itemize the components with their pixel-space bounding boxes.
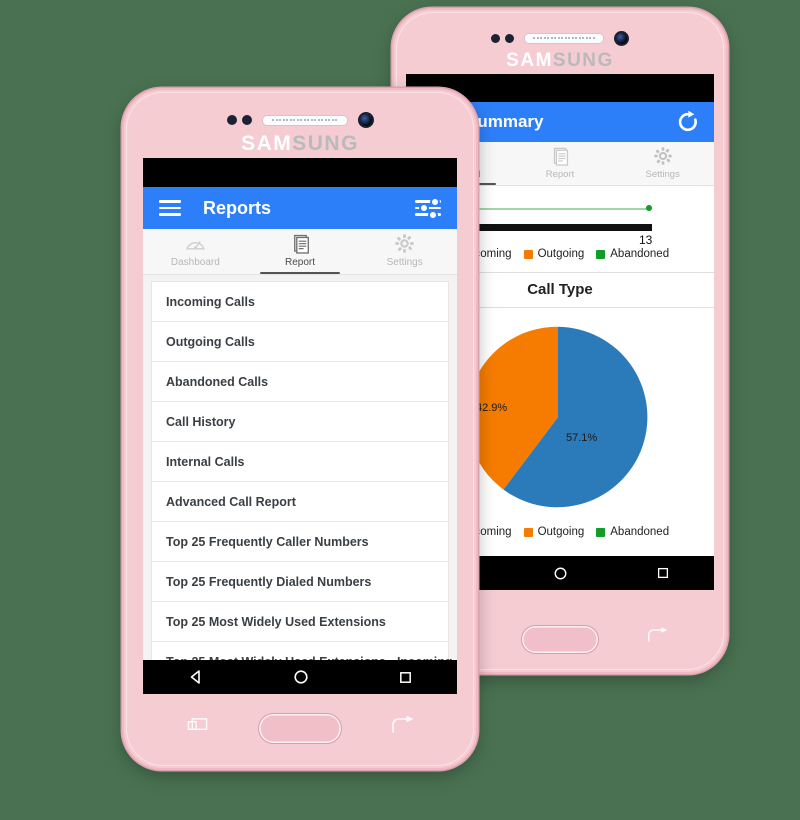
home-circle-icon[interactable]: [293, 669, 309, 685]
recents-square-icon[interactable]: [398, 670, 413, 685]
light-sensor-icon: [505, 33, 514, 43]
pie-label-incoming: 57.1%: [566, 432, 598, 444]
list-item[interactable]: Top 25 Frequently Caller Numbers: [152, 522, 448, 562]
tab-label-settings: Settings: [645, 169, 680, 180]
tab-bar-front: Dashboard Report Settings: [143, 229, 457, 275]
recents-key-icon[interactable]: [186, 716, 210, 740]
legend-swatch-outgoing: [523, 249, 533, 259]
legend-item-abandoned: Abandoned: [596, 526, 669, 538]
hamburger-menu-icon[interactable]: [159, 200, 181, 216]
tab-label-report: Report: [545, 169, 575, 180]
phone-top-hardware-front: [124, 112, 476, 128]
list-item[interactable]: Abandoned Calls: [152, 362, 448, 402]
screen-front: Reports Dashboard Report Settings Incomi…: [143, 158, 457, 694]
tab-report[interactable]: Report: [509, 142, 612, 185]
report-list: Incoming Calls Outgoing Calls Abandoned …: [143, 275, 457, 660]
pie-label-outgoing: 42.9%: [476, 402, 508, 414]
legend-item-abandoned: Abandoned: [596, 248, 669, 260]
report-document-icon: [289, 232, 312, 255]
light-sensor-icon: [241, 115, 252, 125]
recents-square-icon[interactable]: [656, 566, 670, 580]
tune-filter-icon[interactable]: [415, 196, 441, 220]
front-camera-icon: [357, 112, 374, 128]
brand-text-sung: SUNG: [292, 132, 359, 155]
samsung-phone-front: SAMSUNG Reports Dashboard Report Setting…: [122, 88, 478, 770]
tab-label-dashboard: Dashboard: [170, 257, 220, 268]
legend-label-abandoned: Abandoned: [610, 248, 670, 260]
tab-settings[interactable]: Settings: [611, 142, 714, 185]
earpiece-speaker: [261, 114, 348, 126]
settings-gear-icon: [393, 232, 416, 255]
list-item[interactable]: Advanced Call Report: [152, 482, 448, 522]
legend-swatch-abandoned: [596, 527, 606, 537]
list-item[interactable]: Top 25 Most Widely Used Extensions: [152, 602, 448, 642]
phone-body-front: SAMSUNG Reports Dashboard Report Setting…: [122, 88, 478, 770]
tune-row-2: [415, 203, 441, 213]
earpiece-speaker: [524, 32, 604, 44]
legend-item-outgoing: Outgoing: [523, 526, 585, 538]
list-item[interactable]: Top 25 Frequently Dialed Numbers: [152, 562, 448, 602]
proximity-sensor-icon: [226, 115, 237, 125]
dashboard-gauge-icon: [184, 232, 207, 255]
legend-item-outgoing: Outgoing: [523, 248, 585, 260]
list-item-label: Internal Calls: [166, 454, 245, 469]
bar-abandoned-endpoint: [646, 205, 652, 211]
pie-chart-svg: [466, 326, 648, 508]
app-bar-title-reports: Reports: [203, 197, 272, 218]
list-item-label: Outgoing Calls: [166, 334, 255, 349]
list-item-label: Top 25 Frequently Caller Numbers: [166, 534, 369, 549]
legend-label-outgoing: Outgoing: [537, 248, 585, 260]
brand-text-sam: SAM: [506, 50, 553, 71]
legend-swatch-abandoned: [596, 249, 606, 259]
proximity-sensor-icon: [491, 33, 500, 43]
brand-text-sung: SUNG: [552, 50, 614, 71]
samsung-logo-back: SAMSUNG: [394, 50, 726, 72]
front-camera-icon: [614, 30, 629, 46]
list-item[interactable]: Internal Calls: [152, 442, 448, 482]
list-item[interactable]: Top 25 Most Widely Used Extensions - Inc…: [152, 642, 453, 661]
list-item-label: Call History: [166, 414, 236, 429]
phone-top-hardware-back: [394, 30, 726, 46]
list-item-label: Abandoned Calls: [166, 374, 269, 389]
list-item-label: Top 25 Most Widely Used Extensions: [166, 614, 386, 629]
list-item-label: Advanced Call Report: [166, 494, 296, 509]
tune-row-3: [415, 209, 441, 220]
bar-value-label: 13: [639, 233, 653, 247]
tab-dashboard[interactable]: Dashboard: [143, 229, 248, 274]
list-item[interactable]: Outgoing Calls: [152, 322, 448, 362]
home-circle-icon[interactable]: [553, 566, 568, 581]
list-item-label: Incoming Calls: [166, 294, 255, 309]
list-item[interactable]: Incoming Calls: [152, 282, 448, 322]
back-triangle-icon[interactable]: [188, 669, 204, 685]
home-key[interactable]: [521, 625, 599, 654]
tab-report[interactable]: Report: [248, 229, 353, 274]
tab-active-underline: [260, 271, 340, 274]
back-arrow-key-icon[interactable]: [390, 715, 416, 741]
android-status-bar-front: [143, 158, 457, 187]
settings-gear-icon: [652, 145, 674, 167]
brand-text-sam: SAM: [241, 132, 293, 155]
home-key[interactable]: [258, 713, 342, 744]
report-document-icon: [549, 145, 571, 167]
android-nav-bar-front: [143, 660, 457, 694]
tune-row-1: [415, 196, 441, 207]
tab-label-report: Report: [285, 257, 316, 268]
legend-label-outgoing: Outgoing: [537, 526, 585, 538]
back-arrow-key-icon[interactable]: [646, 627, 670, 651]
legend-label-abandoned: Abandoned: [610, 526, 670, 538]
list-item[interactable]: Call History: [152, 402, 448, 442]
report-list-card: Incoming Calls Outgoing Calls Abandoned …: [151, 281, 453, 661]
scene: SAMSUNG Summary Report Settings 13 Incom…: [0, 0, 800, 820]
refresh-icon[interactable]: [676, 110, 700, 134]
tab-settings[interactable]: Settings: [352, 229, 457, 274]
app-bar-reports: Reports: [143, 187, 457, 229]
list-item-label: Top 25 Frequently Dialed Numbers: [166, 574, 372, 589]
legend-swatch-outgoing: [523, 527, 533, 537]
samsung-logo-front: SAMSUNG: [124, 132, 476, 156]
tab-label-settings: Settings: [386, 257, 423, 268]
